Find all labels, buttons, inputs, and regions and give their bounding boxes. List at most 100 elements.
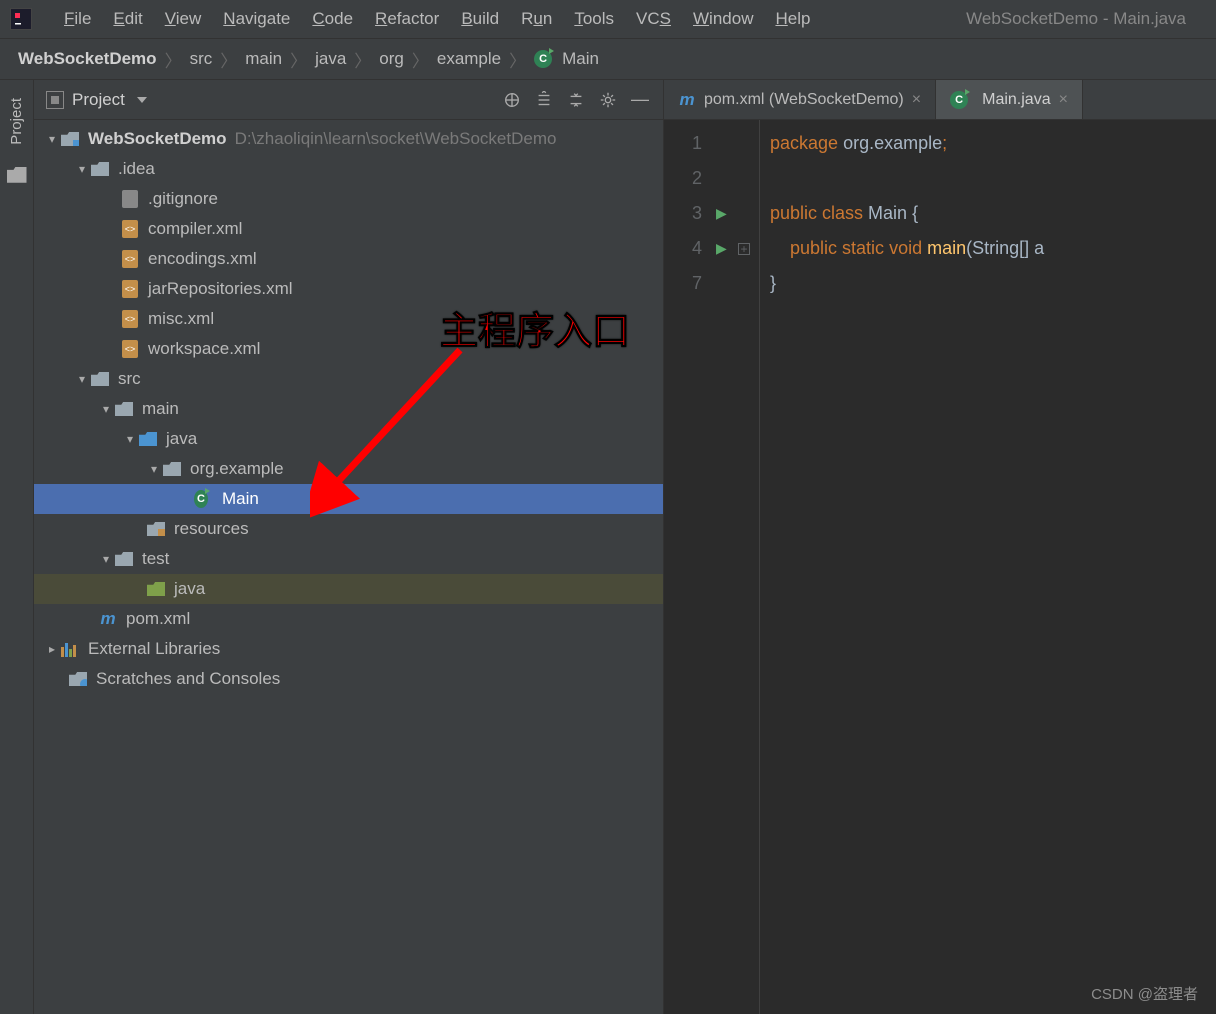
class-icon: [950, 91, 968, 109]
menu-tools[interactable]: Tools: [564, 5, 624, 33]
scratches-icon: [68, 669, 88, 689]
crumb-sep-icon: 〉: [412, 47, 429, 72]
crumb-src[interactable]: src: [190, 49, 213, 69]
menu-vcs[interactable]: VCS: [626, 5, 681, 33]
expand-arrow-icon[interactable]: ▾: [122, 432, 138, 446]
folder-icon: [90, 159, 110, 179]
menu-navigate[interactable]: Navigate: [213, 5, 300, 33]
run-gutter-icon[interactable]: ▶: [716, 196, 738, 231]
fold-icon[interactable]: +: [738, 243, 750, 255]
tree-main-folder[interactable]: ▾ main: [34, 394, 663, 424]
code-token: class: [822, 203, 868, 223]
expand-arrow-icon[interactable]: ▾: [44, 132, 60, 146]
expand-arrow-icon[interactable]: ▾: [98, 552, 114, 566]
tree-compiler-xml[interactable]: <> compiler.xml: [34, 214, 663, 244]
tree-label: .gitignore: [148, 189, 218, 209]
menu-build[interactable]: Build: [451, 5, 509, 33]
collapse-all-button[interactable]: [565, 89, 587, 111]
crumb-org[interactable]: org: [379, 49, 404, 69]
code-token: Main: [868, 203, 912, 223]
expand-arrow-icon[interactable]: ▾: [74, 372, 90, 386]
project-tree[interactable]: ▾ WebSocketDemo D:\zhaoliqin\learn\socke…: [34, 120, 663, 1014]
tree-label: org.example: [190, 459, 284, 479]
xml-file-icon: <>: [120, 249, 140, 269]
panel-settings-button[interactable]: [597, 89, 619, 111]
folder-icon: [114, 549, 134, 569]
tree-label: Scratches and Consoles: [96, 669, 280, 689]
tree-idea[interactable]: ▾ .idea: [34, 154, 663, 184]
close-tab-icon[interactable]: ×: [1059, 91, 1068, 109]
tree-misc-xml[interactable]: <> misc.xml: [34, 304, 663, 334]
editor-tab-main[interactable]: Main.java ×: [936, 80, 1083, 119]
menu-view[interactable]: View: [155, 5, 212, 33]
menu-refactor[interactable]: Refactor: [365, 5, 449, 33]
tree-resources[interactable]: resources: [34, 514, 663, 544]
tree-gitignore[interactable]: .gitignore: [34, 184, 663, 214]
crumb-main[interactable]: main: [245, 49, 282, 69]
fold-gutter: +: [738, 120, 760, 1014]
crumb-java[interactable]: java: [315, 49, 346, 69]
editor-tabs: m pom.xml (WebSocketDemo) × Main.java ×: [664, 80, 1216, 120]
code-token: public: [770, 203, 822, 223]
code-token: ;: [942, 133, 947, 153]
project-tool-tab[interactable]: Project: [4, 90, 29, 153]
crumb-sep-icon: 〉: [290, 47, 307, 72]
tree-label: compiler.xml: [148, 219, 242, 239]
select-opened-file-button[interactable]: [501, 89, 523, 111]
expand-arrow-icon[interactable]: ▸: [44, 642, 60, 656]
hide-panel-button[interactable]: —: [629, 89, 651, 111]
tree-test-folder[interactable]: ▾ test: [34, 544, 663, 574]
menu-run[interactable]: Run: [511, 5, 562, 33]
expand-all-button[interactable]: [533, 89, 555, 111]
tree-package[interactable]: ▾ org.example: [34, 454, 663, 484]
close-tab-icon[interactable]: ×: [912, 91, 921, 109]
expand-arrow-icon[interactable]: ▾: [146, 462, 162, 476]
resources-folder-icon: [146, 519, 166, 539]
run-gutter-icon[interactable]: ▶: [716, 231, 738, 266]
line-number: 2: [664, 161, 702, 196]
tree-test-java[interactable]: java: [34, 574, 663, 604]
menu-edit[interactable]: Edit: [103, 5, 152, 33]
tree-workspace-xml[interactable]: <> workspace.xml: [34, 334, 663, 364]
code-content[interactable]: package org.example; public class Main {…: [760, 120, 1216, 1014]
crumb-root[interactable]: WebSocketDemo: [18, 49, 157, 69]
maven-icon: m: [98, 609, 118, 629]
tree-label: .idea: [118, 159, 155, 179]
menu-file[interactable]: File: [54, 5, 101, 33]
libraries-icon: [60, 639, 80, 659]
tree-src[interactable]: ▾ src: [34, 364, 663, 394]
watermark: CSDN @盗理者: [1091, 983, 1198, 1004]
tree-label: pom.xml: [126, 609, 190, 629]
editor-tab-pom[interactable]: m pom.xml (WebSocketDemo) ×: [664, 80, 936, 119]
folder-gutter-icon[interactable]: [7, 167, 27, 183]
tree-root[interactable]: ▾ WebSocketDemo D:\zhaoliqin\learn\socke…: [34, 124, 663, 154]
tree-jarrepos-xml[interactable]: <> jarRepositories.xml: [34, 274, 663, 304]
tree-label: java: [174, 579, 205, 599]
project-panel-title-text: Project: [72, 90, 125, 110]
code-token: public: [790, 238, 842, 258]
tree-scratches[interactable]: Scratches and Consoles: [34, 664, 663, 694]
code-token: (String[] a: [966, 238, 1044, 258]
project-panel: Project — ▾ WebSocketDemo D:\zhaoliqin\l…: [34, 80, 664, 1014]
crumb-class[interactable]: Main: [562, 49, 599, 69]
tree-encodings-xml[interactable]: <> encodings.xml: [34, 244, 663, 274]
tree-label: misc.xml: [148, 309, 214, 329]
menu-code[interactable]: Code: [302, 5, 363, 33]
menubar: File Edit View Navigate Code Refactor Bu…: [0, 0, 1216, 38]
tree-java-src[interactable]: ▾ java: [34, 424, 663, 454]
crumb-example[interactable]: example: [437, 49, 501, 69]
tree-external-libs[interactable]: ▸ External Libraries: [34, 634, 663, 664]
xml-file-icon: <>: [120, 309, 140, 329]
crumb-sep-icon: 〉: [220, 47, 237, 72]
menu-window[interactable]: Window: [683, 5, 763, 33]
menu-help[interactable]: Help: [765, 5, 820, 33]
tree-pom[interactable]: m pom.xml: [34, 604, 663, 634]
expand-arrow-icon[interactable]: ▾: [98, 402, 114, 416]
tree-main-class[interactable]: Main: [34, 484, 663, 514]
crumb-sep-icon: 〉: [165, 47, 182, 72]
editor-body[interactable]: 1 2 3 4 7 ▶ ▶ + package org.example; pub…: [664, 120, 1216, 1014]
project-panel-title[interactable]: Project: [46, 90, 147, 110]
file-icon: [120, 189, 140, 209]
expand-arrow-icon[interactable]: ▾: [74, 162, 90, 176]
line-number: 4: [664, 231, 702, 266]
